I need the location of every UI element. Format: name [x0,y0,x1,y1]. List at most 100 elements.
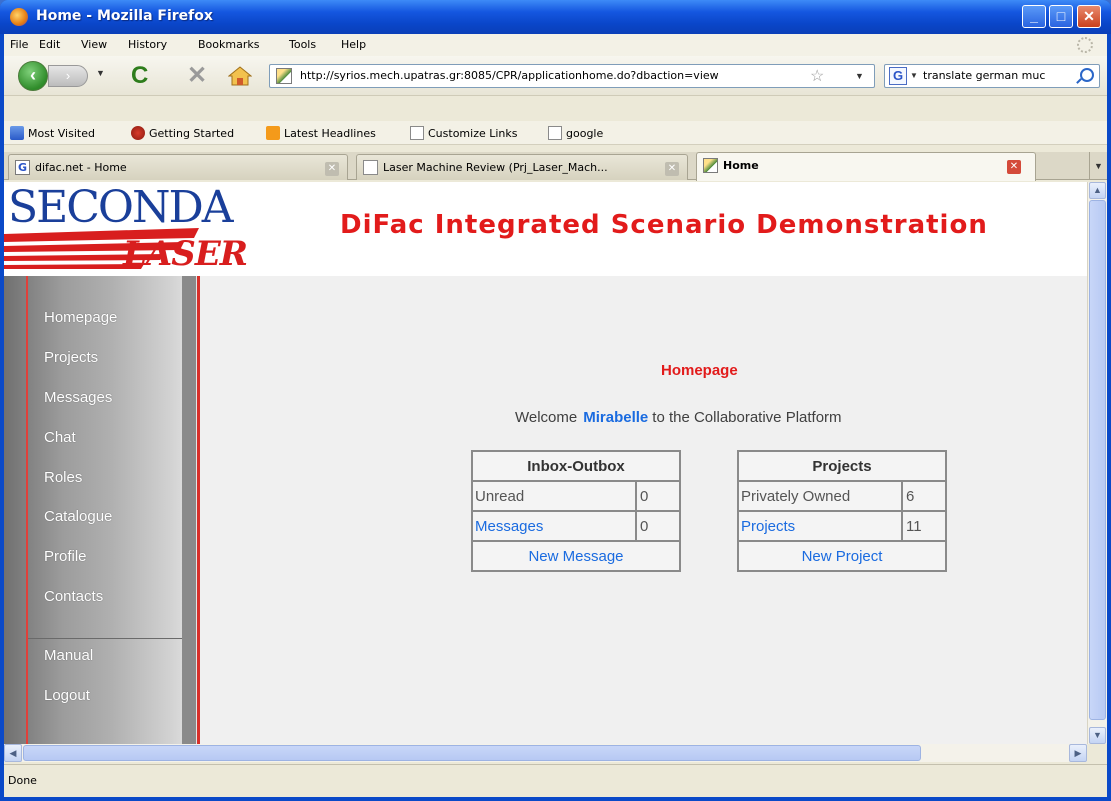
maximize-button[interactable]: □ [1049,5,1073,28]
seconda-logo: SECONDA [8,182,234,233]
most-visited-icon [10,126,24,140]
bookmarks-toolbar: Most Visited Getting Started Latest Head… [4,121,1107,145]
sidebar-item-homepage[interactable]: Homepage [44,309,117,326]
status-text: Done [8,774,37,787]
horizontal-scrollbar[interactable]: ◀ ▶ [4,744,1087,762]
search-input[interactable]: translate german muc [923,69,1073,82]
firefox-bookmark-icon [131,126,145,140]
scroll-left-icon[interactable]: ◀ [4,744,22,762]
search-icon[interactable] [1080,68,1094,82]
welcome-message: Welcome Mirabelle to the Collaborative Pla… [515,409,842,426]
menu-edit[interactable]: Edit [39,38,60,51]
privately-owned-label: Privately Owned [737,480,903,512]
google-search-engine-icon[interactable]: G [889,67,907,85]
bookmark-latest-headlines[interactable]: Latest Headlines [266,126,376,140]
minimize-button[interactable]: _ [1022,5,1046,28]
browser-client: File Edit View History Bookmarks Tools H… [4,34,1107,797]
url-bar[interactable]: http://syrios.mech.upatras.gr:8085/CPR/a… [269,64,875,88]
page-icon [548,126,562,140]
sidebar-band [182,276,196,744]
forward-button[interactable]: › [48,65,88,87]
reload-icon[interactable]: C [131,62,148,90]
projects-table: Projects Privately Owned 6 Projects 11 N… [737,450,947,572]
window-title: Home - Mozilla Firefox [36,8,213,24]
page-title: DiFac Integrated Scenario Demonstration [340,210,988,240]
messages-count: 0 [635,510,681,542]
sidebar-item-contacts[interactable]: Contacts [44,588,103,605]
inbox-outbox-header: Inbox-Outbox [471,450,681,482]
tab-difac-home[interactable]: G difac.net - Home ✕ [8,154,348,180]
google-favicon-icon: G [15,160,30,175]
url-dropdown-icon[interactable]: ▼ [855,71,864,81]
projects-count: 11 [901,510,947,542]
vertical-scrollbar[interactable]: ▲ ▼ [1087,182,1107,744]
username-link[interactable]: Mirabelle [583,409,648,426]
menu-tools[interactable]: Tools [289,38,316,51]
search-bar[interactable]: G ▼ translate german muc [884,64,1100,88]
sidebar-item-messages[interactable]: Messages [44,389,112,406]
welcome-prefix: Welcome [515,409,578,426]
tab-home[interactable]: Home ✕ [696,152,1036,181]
sidebar-item-profile[interactable]: Profile [44,548,87,565]
bookmark-getting-started[interactable]: Getting Started [131,126,234,140]
page-header: SECONDA LASER DiFac Integrated Scenario … [4,182,1087,276]
new-project-link[interactable]: New Project [802,548,883,565]
site-favicon-icon [703,158,718,173]
stop-icon[interactable]: ✕ [187,62,207,90]
tab-close-icon[interactable]: ✕ [325,162,339,176]
bookmark-google[interactable]: google [548,126,603,140]
menu-bar: File Edit View History Bookmarks Tools H… [4,34,1107,56]
sidebar-item-manual[interactable]: Manual [44,647,93,664]
sidebar-item-catalogue[interactable]: Catalogue [44,508,112,525]
bookmark-most-visited[interactable]: Most Visited [10,126,95,140]
tab-label: Laser Machine Review (Prj_Laser_Mach... [383,161,608,174]
menu-view[interactable]: View [81,38,107,51]
sidebar-item-roles[interactable]: Roles [44,469,82,486]
menu-history[interactable]: History [128,38,167,51]
tab-close-icon[interactable]: ✕ [665,162,679,176]
bookmark-label: Getting Started [149,127,235,140]
tab-label: difac.net - Home [35,161,127,174]
site-favicon-icon [276,68,292,84]
back-button[interactable]: ‹ [18,61,48,91]
horizontal-scroll-thumb[interactable] [23,745,921,761]
bookmark-star-icon[interactable]: ☆ [810,66,824,86]
section-title: Homepage [661,362,738,379]
menu-file[interactable]: File [10,38,28,51]
sidebar-divider [28,638,182,639]
scroll-up-icon[interactable]: ▲ [1089,182,1106,199]
browser-window: Home - Mozilla Firefox _ □ ✕ File Edit V… [0,0,1111,801]
scroll-right-icon[interactable]: ▶ [1069,744,1087,762]
home-icon[interactable] [228,65,252,87]
list-all-tabs-icon[interactable]: ▼ [1089,152,1107,180]
new-message-link[interactable]: New Message [528,548,623,565]
menu-help[interactable]: Help [341,38,366,51]
vertical-scroll-thumb[interactable] [1089,200,1106,720]
page-viewport: SECONDA LASER DiFac Integrated Scenario … [4,182,1087,744]
navigation-toolbar: ‹ › ▼ C ✕ http://syrios.mech.upatras.gr:… [4,56,1107,96]
scroll-down-icon[interactable]: ▼ [1089,727,1106,744]
inbox-outbox-table: Inbox-Outbox Unread 0 Messages 0 New Mes… [471,450,681,572]
url-text[interactable]: http://syrios.mech.upatras.gr:8085/CPR/a… [300,69,800,82]
tab-laser-machine-review[interactable]: Laser Machine Review (Prj_Laser_Mach... … [356,154,688,180]
page-icon [410,126,424,140]
messages-link[interactable]: Messages [475,518,543,535]
projects-link[interactable]: Projects [741,518,795,535]
throbber-icon [1077,37,1093,53]
bookmark-label: Most Visited [28,127,95,140]
bookmark-customize-links[interactable]: Customize Links [410,126,518,140]
menu-bookmarks[interactable]: Bookmarks [198,38,259,51]
close-button[interactable]: ✕ [1077,5,1101,28]
sidebar-item-chat[interactable]: Chat [44,429,76,446]
firefox-logo-icon [10,8,28,26]
bookmark-label: Latest Headlines [284,127,376,140]
history-dropdown-icon[interactable]: ▼ [96,68,105,78]
search-engine-dropdown-icon[interactable]: ▼ [910,71,918,80]
unread-count: 0 [635,480,681,512]
tab-bar: G difac.net - Home ✕ Laser Machine Revie… [4,152,1107,181]
sidebar-item-projects[interactable]: Projects [44,349,98,366]
scrollbar-corner [1087,744,1107,762]
title-bar[interactable]: Home - Mozilla Firefox _ □ ✕ [0,0,1111,34]
sidebar-item-logout[interactable]: Logout [44,687,90,704]
tab-close-icon[interactable]: ✕ [1007,160,1021,174]
